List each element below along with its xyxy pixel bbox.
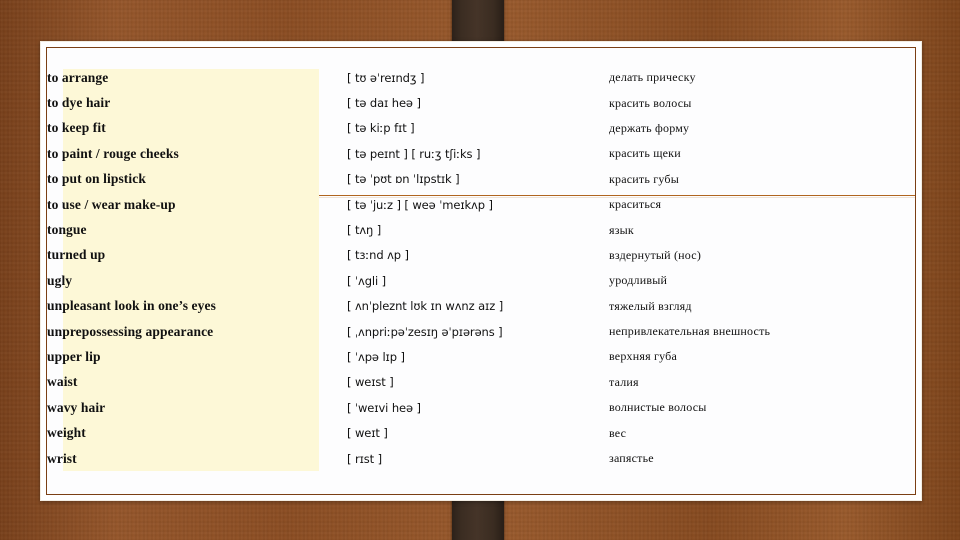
term-cell: weight [47,425,86,441]
transcription-cell: [ tɜːnd ʌp ] [347,248,409,263]
slide-stage: to arrange [ tʊ əˈreɪndʒ ] делать прическу… [0,0,960,540]
transcription-cell: [ ˌʌnpriːpəˈzesɪŋ əˈpɪərəns ] [347,324,503,339]
translation-cell: запястье [609,451,654,466]
table-row: tongue [ tʌŋ ] язык [47,217,915,242]
transcription-cell: [ tə daɪ heə ] [347,96,421,111]
table-row: wrist [ rɪst ] запястье [47,446,915,471]
accent-rule-shadow [319,197,915,198]
table-row: unprepossessing appearance [ ˌʌnpriːpəˈze… [47,319,915,344]
term-cell: turned up [47,247,106,263]
translation-cell: красить волосы [609,95,692,110]
translation-cell: вес [609,425,627,440]
term-cell: upper lip [47,348,101,364]
translation-cell: язык [609,222,634,237]
translation-cell: красить губы [609,171,679,186]
transcription-cell: [ tə peɪnt ] [ ruːʒ tʃiːks ] [347,146,481,161]
translation-cell: держать форму [609,120,690,135]
term-cell: to paint / rouge cheeks [47,145,179,161]
term-cell: ugly [47,272,73,288]
table-row: turned up [ tɜːnd ʌp ] вздернутый (нос) [47,243,915,268]
term-cell: unprepossessing appearance [47,323,214,339]
transcription-cell: [ rɪst ] [347,451,382,466]
term-cell: to arrange [47,69,109,85]
vocabulary-table: to arrange [ tʊ əˈreɪndʒ ] делать прическу… [47,65,915,471]
term-cell: to keep fit [47,120,106,136]
translation-cell: талия [609,374,639,389]
table-row: wavy hair [ ˈweɪvi heə ] волнистые волосы [47,395,915,420]
table-row: to dye hair [ tə daɪ heə ] красить волосы [47,90,915,115]
translation-cell: верхняя губа [609,349,677,364]
translation-cell: непривлекательная внешность [609,324,771,339]
term-cell: to use / wear make-up [47,196,176,212]
transcription-cell: [ ˈʌpə lɪp ] [347,349,405,364]
table-row: ugly [ ˈʌgli ] уродливый [47,268,915,293]
table-row: to put on lipstick [ tə ˈpʊt ɒn ˈlɪpstɪk … [47,167,915,192]
term-cell: wavy hair [47,399,106,415]
transcription-cell: [ ˈweɪvi heə ] [347,400,421,415]
translation-cell: вздернутый (нос) [609,247,702,262]
transcription-cell: [ tʌŋ ] [347,223,382,238]
vocabulary-table-body: to arrange [ tʊ əˈreɪndʒ ] делать прическу… [47,65,915,471]
term-cell: waist [47,374,78,390]
translation-cell: тяжелый взгляд [609,298,692,313]
table-row: waist [ weɪst ] талия [47,370,915,395]
transcription-cell: [ ˈʌgli ] [347,273,387,288]
accent-rule [319,195,915,196]
term-cell: unpleasant look in one’s eyes [47,298,216,314]
table-row: to keep fit [ tə kiːp fɪt ] держать форму [47,116,915,141]
translation-cell: уродливый [609,273,668,288]
translation-cell: волнистые волосы [609,400,707,415]
table-row: to arrange [ tʊ əˈreɪndʒ ] делать прическу [47,65,915,90]
table-row: to paint / rouge cheeks [ tə peɪnt ] [ ru… [47,141,915,166]
table-row: weight [ weɪt ] вес [47,420,915,445]
term-cell: tongue [47,222,87,238]
transcription-cell: [ ʌnˈpleznt lʊk ɪn wʌnz aɪz ] [347,299,504,314]
presentation-slide: to arrange [ tʊ əˈreɪndʒ ] делать прическу… [40,41,922,501]
translation-cell: делать прическу [609,70,696,85]
table-row: upper lip [ ˈʌpə lɪp ] верхняя губа [47,344,915,369]
transcription-cell: [ tə kiːp fɪt ] [347,121,415,136]
term-cell: wrist [47,450,77,466]
slide-content-frame: to arrange [ tʊ əˈreɪndʒ ] делать прическу… [46,47,916,495]
transcription-cell: [ weɪst ] [347,375,394,390]
transcription-cell: [ tʊ əˈreɪndʒ ] [347,70,425,85]
transcription-cell: [ weɪt ] [347,426,388,441]
translation-cell: красить щеки [609,146,681,161]
term-cell: to put on lipstick [47,171,146,187]
table-row: unpleasant look in one’s eyes [ ʌnˈpleznt… [47,294,915,319]
term-cell: to dye hair [47,95,111,111]
transcription-cell: [ tə ˈpʊt ɒn ˈlɪpstɪk ] [347,172,460,187]
